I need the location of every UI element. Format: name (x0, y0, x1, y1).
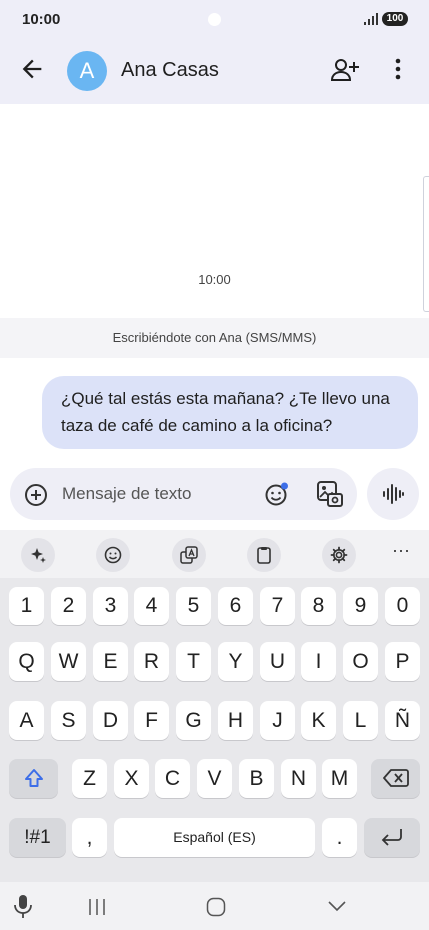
text-style-button[interactable] (172, 538, 206, 572)
text-style-icon (180, 546, 198, 564)
key-b[interactable]: B (239, 759, 274, 798)
home-icon[interactable] (206, 897, 226, 917)
period-key[interactable]: . (322, 818, 357, 857)
message-timestamp: 10:00 (198, 272, 231, 287)
key-u[interactable]: U (260, 642, 295, 681)
key-p[interactable]: P (385, 642, 420, 681)
key-8[interactable]: 8 (301, 587, 336, 625)
key-g[interactable]: G (176, 701, 211, 740)
keyboard: ··· 1 2 3 4 5 6 7 8 9 0 Q W E R T Y U I … (0, 530, 429, 930)
key-d[interactable]: D (93, 701, 128, 740)
more-options-icon[interactable]: ··· (392, 540, 410, 561)
key-f[interactable]: F (134, 701, 169, 740)
keyboard-settings-button[interactable] (322, 538, 356, 572)
gear-icon (330, 546, 348, 564)
key-r[interactable]: R (134, 642, 169, 681)
shift-icon (24, 769, 43, 787)
message-input[interactable] (62, 482, 242, 506)
gallery-icon[interactable] (316, 480, 344, 508)
emoji-keyboard-button[interactable] (96, 538, 130, 572)
key-7[interactable]: 7 (260, 587, 295, 625)
key-n[interactable]: N (281, 759, 316, 798)
ai-sparkle-button[interactable] (21, 538, 55, 572)
key-1[interactable]: 1 (9, 587, 44, 625)
contact-avatar[interactable]: A (67, 51, 107, 91)
microphone-icon[interactable] (13, 894, 33, 920)
key-v[interactable]: V (197, 759, 232, 798)
shift-key[interactable] (9, 759, 58, 798)
key-4[interactable]: 4 (134, 587, 169, 625)
message-bubble[interactable]: ¿Qué tal estás esta mañana? ¿Te llevo un… (42, 376, 418, 449)
recent-apps-icon[interactable] (87, 898, 107, 916)
comma-key[interactable]: , (72, 818, 107, 857)
key-6[interactable]: 6 (218, 587, 253, 625)
keyboard-keys: 1 2 3 4 5 6 7 8 9 0 Q W E R T Y U I O P … (0, 578, 429, 882)
key-o[interactable]: O (343, 642, 378, 681)
battery-icon: 100 (382, 12, 408, 26)
key-a[interactable]: A (9, 701, 44, 740)
backspace-key[interactable] (371, 759, 420, 798)
key-m[interactable]: M (322, 759, 357, 798)
waveform-icon (383, 484, 404, 504)
more-vert-icon[interactable] (388, 56, 408, 84)
hide-keyboard-icon[interactable] (327, 899, 347, 913)
key-s[interactable]: S (51, 701, 86, 740)
navigation-bar (0, 882, 429, 930)
compose-bar (10, 468, 357, 520)
clipboard-button[interactable] (247, 538, 281, 572)
sparkle-icon (31, 548, 46, 563)
status-bar: 10:00 100 (0, 0, 429, 38)
conversation-view[interactable]: 10:00 (0, 104, 429, 318)
key-0[interactable]: 0 (385, 587, 420, 625)
front-camera (208, 13, 221, 26)
conversation-info: Escribiéndote con Ana (SMS/MMS) (0, 318, 429, 358)
enter-icon (381, 829, 402, 846)
add-person-icon[interactable] (330, 56, 360, 84)
key-w[interactable]: W (51, 642, 86, 681)
conversation-header: A Ana Casas (0, 38, 429, 104)
symbols-key[interactable]: !#1 (9, 818, 66, 857)
key-9[interactable]: 9 (343, 587, 378, 625)
key-e[interactable]: E (93, 642, 128, 681)
space-key[interactable]: Español (ES) (114, 818, 315, 857)
key-k[interactable]: K (301, 701, 336, 740)
key-i[interactable]: I (301, 642, 336, 681)
back-arrow-icon[interactable] (18, 55, 46, 83)
enter-key[interactable] (364, 818, 420, 857)
key-c[interactable]: C (155, 759, 190, 798)
scroll-handle[interactable] (423, 176, 429, 312)
status-time: 10:00 (22, 11, 61, 28)
key-t[interactable]: T (176, 642, 211, 681)
key-h[interactable]: H (218, 701, 253, 740)
contact-name[interactable]: Ana Casas (121, 59, 219, 82)
emoji-icon[interactable] (264, 481, 290, 507)
key-x[interactable]: X (114, 759, 149, 798)
keyboard-toolbar: ··· (0, 530, 429, 578)
key-q[interactable]: Q (9, 642, 44, 681)
clipboard-icon (257, 547, 271, 564)
key-n-tilde[interactable]: Ñ (385, 701, 420, 740)
key-2[interactable]: 2 (51, 587, 86, 625)
voice-message-button[interactable] (367, 468, 419, 520)
message-area: ¿Qué tal estás esta mañana? ¿Te llevo un… (0, 358, 429, 530)
key-3[interactable]: 3 (93, 587, 128, 625)
key-y[interactable]: Y (218, 642, 253, 681)
key-j[interactable]: J (260, 701, 295, 740)
key-l[interactable]: L (343, 701, 378, 740)
emoji-icon (104, 546, 122, 564)
add-attachment-icon[interactable] (24, 483, 48, 507)
key-z[interactable]: Z (72, 759, 107, 798)
signal-icon (364, 13, 378, 25)
key-5[interactable]: 5 (176, 587, 211, 625)
backspace-icon (382, 769, 409, 787)
